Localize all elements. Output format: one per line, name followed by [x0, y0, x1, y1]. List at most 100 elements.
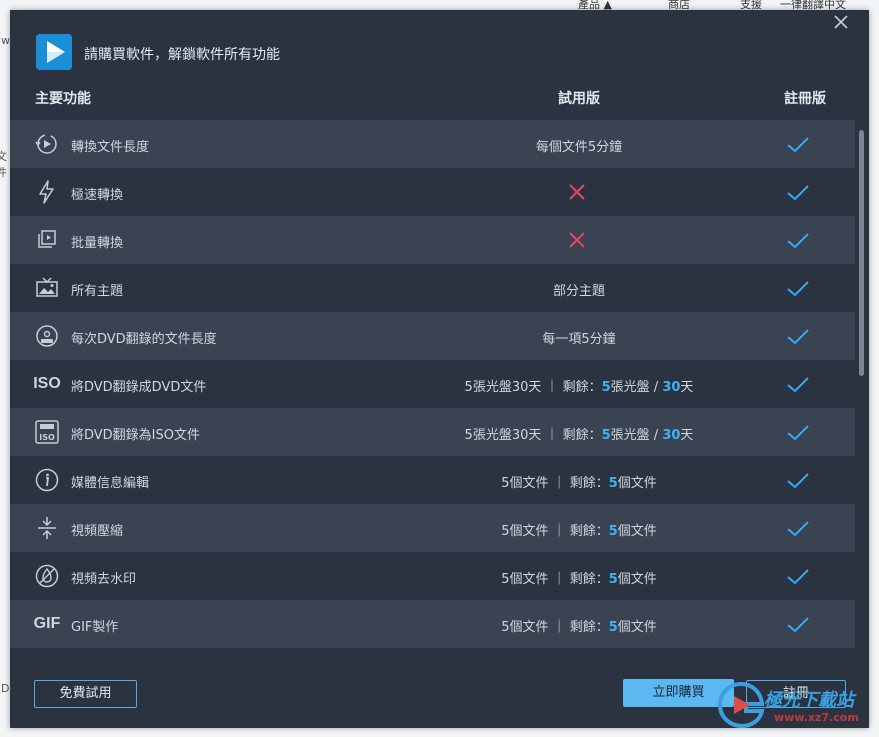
- feature-name: 極速轉換: [71, 188, 124, 203]
- trial-remaining-value: 5: [601, 380, 611, 395]
- feature-row: ISO 將DVD翻錄為ISO文件 5張光盤30天 ｜ 剩餘：5張光盤 / 30天: [10, 408, 855, 456]
- trial-text: 5個文件 ｜ 剩餘：: [501, 524, 609, 539]
- scrollbar-thumb[interactable]: [859, 130, 864, 376]
- watermark-logo-icon: [717, 681, 765, 729]
- feature-row: 轉換文件長度 每個文件5分鐘: [10, 120, 855, 168]
- feature-name: 所有主題: [71, 284, 124, 299]
- feature-name: 視頻去水印: [71, 572, 137, 587]
- feature-name: 每次DVD翻錄的文件長度: [71, 332, 217, 347]
- header-registered: 註冊版: [784, 91, 826, 107]
- trial-remaining-value: 5: [608, 572, 618, 587]
- dvd-icon: [34, 324, 60, 348]
- trial-limit: 每一項5分鐘: [339, 328, 819, 347]
- registered-available: [786, 616, 810, 638]
- trial-text: 每個文件5分鐘: [535, 140, 623, 155]
- trial-limit: 5個文件 ｜ 剩餘：5個文件: [339, 472, 819, 491]
- trial-text: 天: [680, 380, 694, 395]
- trial-limit: 5張光盤30天 ｜ 剩餘：5張光盤 / 30天: [339, 376, 819, 395]
- trial-text: 個文件: [617, 524, 657, 539]
- trial-text: 張光盤 /: [610, 380, 663, 395]
- theme-icon: [34, 276, 60, 300]
- info-icon: [34, 468, 60, 492]
- feature-row: 極速轉換: [10, 168, 855, 216]
- trial-text: 部分主題: [552, 284, 605, 299]
- scrollbar[interactable]: [858, 120, 865, 658]
- trial-text: 個文件: [617, 620, 657, 635]
- registered-available: [786, 136, 810, 158]
- registered-available: [786, 520, 810, 542]
- trial-text: 5個文件 ｜ 剩餘：: [501, 476, 609, 491]
- feature-name: 批量轉換: [71, 236, 124, 251]
- play-logo-icon: [36, 34, 72, 70]
- background-app-right: [869, 12, 879, 737]
- convert-length-icon: [34, 132, 60, 156]
- trial-remaining-value: 30: [662, 380, 681, 395]
- registered-available: [786, 328, 810, 350]
- check-icon: [787, 617, 809, 633]
- compress-icon: [34, 516, 60, 540]
- feature-row: 視頻壓縮 5個文件 ｜ 剩餘：5個文件: [10, 504, 855, 552]
- dvd-iso-icon: ISO: [34, 420, 60, 444]
- watermark-name: 極光下載站: [764, 690, 854, 711]
- check-icon: [787, 233, 809, 249]
- trial-text: 5張光盤30天 ｜ 剩餘：: [464, 380, 602, 395]
- check-icon: [787, 329, 809, 345]
- gif-text-icon: GIF: [34, 612, 61, 636]
- trial-remaining-value: 5: [608, 620, 618, 635]
- svg-text:ISO: ISO: [39, 433, 55, 442]
- check-icon: [787, 281, 809, 297]
- lightning-icon: [34, 180, 60, 204]
- cross-icon: [569, 184, 585, 200]
- trial-limit: 每個文件5分鐘: [339, 136, 819, 155]
- trial-text: 個文件: [617, 572, 657, 587]
- feature-row: 視頻去水印 5個文件 ｜ 剩餘：5個文件: [10, 552, 855, 600]
- trial-text: 天: [680, 428, 694, 443]
- trial-remaining-value: 5: [601, 428, 611, 443]
- feature-row: 媒體信息編輯 5個文件 ｜ 剩餘：5個文件: [10, 456, 855, 504]
- check-icon: [787, 377, 809, 393]
- batch-icon: [34, 228, 60, 252]
- trial-limit: 5張光盤30天 ｜ 剩餘：5張光盤 / 30天: [339, 424, 819, 443]
- feature-name: 視頻壓縮: [71, 524, 124, 539]
- registered-available: [786, 232, 810, 254]
- watermark-remove-icon: [34, 564, 60, 588]
- app-logo: [36, 34, 72, 70]
- feature-name: 將DVD翻錄成DVD文件: [71, 380, 207, 395]
- icon-label: ISO: [33, 375, 61, 392]
- header-trial: 試用版: [558, 91, 600, 107]
- trial-unavailable: [568, 183, 586, 205]
- dialog-title: 請購買軟件，解鎖軟件所有功能: [84, 47, 280, 63]
- bg-tag-d: D: [1, 682, 10, 695]
- feature-name: 轉換文件長度: [71, 140, 150, 155]
- purchase-dialog: 請購買軟件，解鎖軟件所有功能 主要功能 試用版 註冊版 轉換文件長度 每個文件5分…: [10, 10, 869, 728]
- registered-available: [786, 424, 810, 446]
- close-button[interactable]: [833, 14, 849, 30]
- trial-limit: 5個文件 ｜ 剩餘：5個文件: [339, 568, 819, 587]
- feature-table: 轉換文件長度 每個文件5分鐘極速轉換批量轉換所有主題 部分主題每次DVD翻錄的文件長…: [10, 120, 855, 648]
- feature-row: 所有主題 部分主題: [10, 264, 855, 312]
- registered-available: [786, 568, 810, 590]
- registered-available: [786, 376, 810, 398]
- site-watermark: 極光下載站 www.xz7.com: [716, 678, 876, 734]
- trial-remaining-value: 5: [608, 476, 618, 491]
- cross-icon: [569, 232, 585, 248]
- trial-text: 個文件: [617, 476, 657, 491]
- feature-row: 每次DVD翻錄的文件長度 每一項5分鐘: [10, 312, 855, 360]
- trial-text: 5個文件 ｜ 剩餘：: [501, 572, 609, 587]
- bg-tag-w: w: [1, 34, 10, 47]
- trial-limit: 5個文件 ｜ 剩餘：5個文件: [339, 520, 819, 539]
- check-icon: [787, 137, 809, 153]
- registered-available: [786, 280, 810, 302]
- feature-row: ISO 將DVD翻錄成DVD文件 5張光盤30天 ｜ 剩餘：5張光盤 / 30天: [10, 360, 855, 408]
- check-icon: [787, 425, 809, 441]
- iso-text-icon: ISO: [33, 372, 61, 396]
- trial-unavailable: [568, 231, 586, 253]
- close-icon[interactable]: [833, 14, 849, 30]
- free-trial-button[interactable]: 免費試用: [34, 680, 137, 708]
- feature-row: GIF GIF製作 5個文件 ｜ 剩餘：5個文件: [10, 600, 855, 648]
- trial-text: 5張光盤30天 ｜ 剩餘：: [464, 428, 602, 443]
- trial-text: 5個文件 ｜ 剩餘：: [501, 620, 609, 635]
- watermark-url: www.xz7.com: [774, 711, 859, 724]
- trial-text: 每一項5分鐘: [542, 332, 616, 347]
- trial-remaining-value: 30: [662, 428, 681, 443]
